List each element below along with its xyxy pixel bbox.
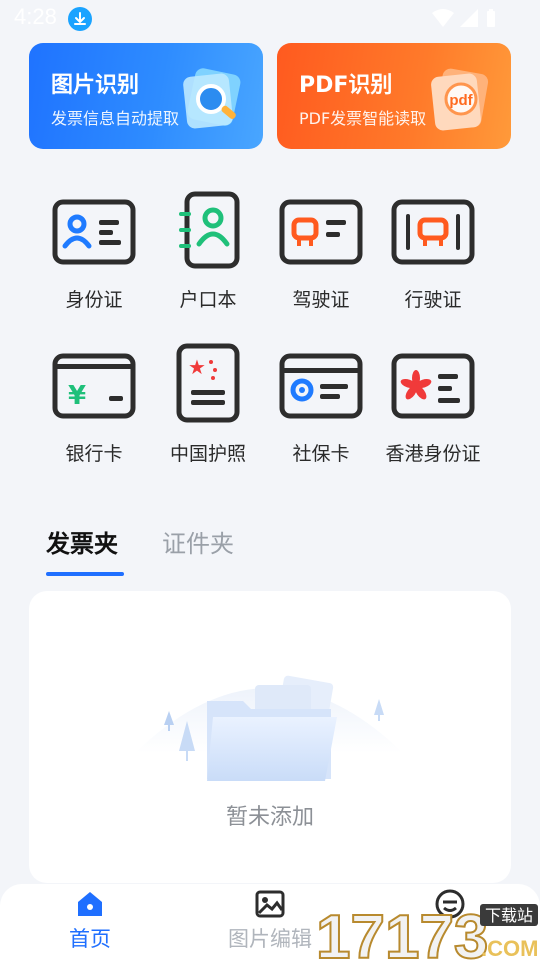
nav-home[interactable]: 首页 <box>20 884 160 960</box>
vehicle-license-icon <box>391 199 475 265</box>
household-register-icon <box>179 191 240 269</box>
empty-folder-illustration <box>135 675 403 781</box>
svg-text:¥: ¥ <box>68 381 86 411</box>
grid-label-passport: 中国护照 <box>169 443 246 465</box>
grid-item-social-security-card[interactable]: 社保卡 <box>265 340 377 466</box>
image-recognition-title: 图片识别 <box>51 73 140 98</box>
pdf-art-text: pdf <box>449 92 473 109</box>
pdf-recognition-title: PDF识别 <box>299 73 393 98</box>
pdf-scan-icon: pdf <box>431 68 489 131</box>
grid-item-hk-id-card[interactable]: 香港身份证 <box>377 340 489 466</box>
empty-state-text: 暂未添加 <box>225 805 314 830</box>
download-icon <box>68 7 92 31</box>
hk-id-card-icon <box>391 353 475 419</box>
image-recognition-banner[interactable]: 图片识别 发票信息自动提取 <box>29 43 263 149</box>
grid-label-household-register: 户口本 <box>179 289 237 311</box>
home-icon <box>78 892 102 916</box>
pdf-recognition-subtitle: PDF发票智能读取 <box>299 109 427 128</box>
grid-label-id-card: 身份证 <box>65 289 123 311</box>
passport-icon: ★ <box>176 343 240 423</box>
nav-home-label: 首页 <box>69 927 111 951</box>
status-icons <box>430 7 500 37</box>
grid-label-social-security-card: 社保卡 <box>292 443 350 465</box>
grid-item-driver-license[interactable]: 驾驶证 <box>265 186 377 312</box>
grid-item-household-register[interactable]: 户口本 <box>152 186 264 312</box>
signal-icon <box>460 9 478 27</box>
grid-label-driver-license: 驾驶证 <box>292 289 350 311</box>
tab-certificate-folder[interactable]: 证件夹 <box>162 524 234 559</box>
social-security-card-icon <box>279 353 363 419</box>
watermark-suffix: .COM <box>481 936 538 960</box>
image-scan-icon <box>183 68 241 129</box>
watermark-badge: 下载站 <box>485 906 533 925</box>
grid-item-id-card[interactable]: 身份证 <box>38 186 150 312</box>
watermark-number: 17173 <box>316 903 488 960</box>
grid-label-bank-card: 银行卡 <box>65 443 123 465</box>
tab-invoice-folder[interactable]: 发票夹 <box>46 524 118 559</box>
status-time: 4:28 <box>14 4 57 29</box>
wifi-icon <box>432 9 454 27</box>
grid-label-hk-id-card: 香港身份证 <box>385 443 481 465</box>
pdf-recognition-banner[interactable]: PDF识别 PDF发票智能读取 pdf <box>277 43 511 149</box>
grid-label-vehicle-license: 行驶证 <box>404 289 462 311</box>
grid-item-passport[interactable]: ★ 中国护照 <box>152 340 264 466</box>
grid-item-bank-card[interactable]: ¥ 银行卡 <box>38 340 150 466</box>
invoice-list-card: 暂未添加 <box>29 591 511 883</box>
site-watermark: 17173 下载站 .COM <box>316 902 538 960</box>
image-recognition-subtitle: 发票信息自动提取 <box>51 109 180 128</box>
status-bar: 4:28 <box>0 0 540 38</box>
svg-text:★: ★ <box>188 355 206 379</box>
tab-active-indicator <box>46 572 124 576</box>
id-card-icon <box>52 199 136 265</box>
bank-card-icon: ¥ <box>52 353 136 419</box>
image-edit-icon <box>255 890 285 918</box>
grid-item-vehicle-license[interactable]: 行驶证 <box>377 186 489 312</box>
driver-license-icon <box>279 199 363 265</box>
battery-icon <box>487 9 495 27</box>
